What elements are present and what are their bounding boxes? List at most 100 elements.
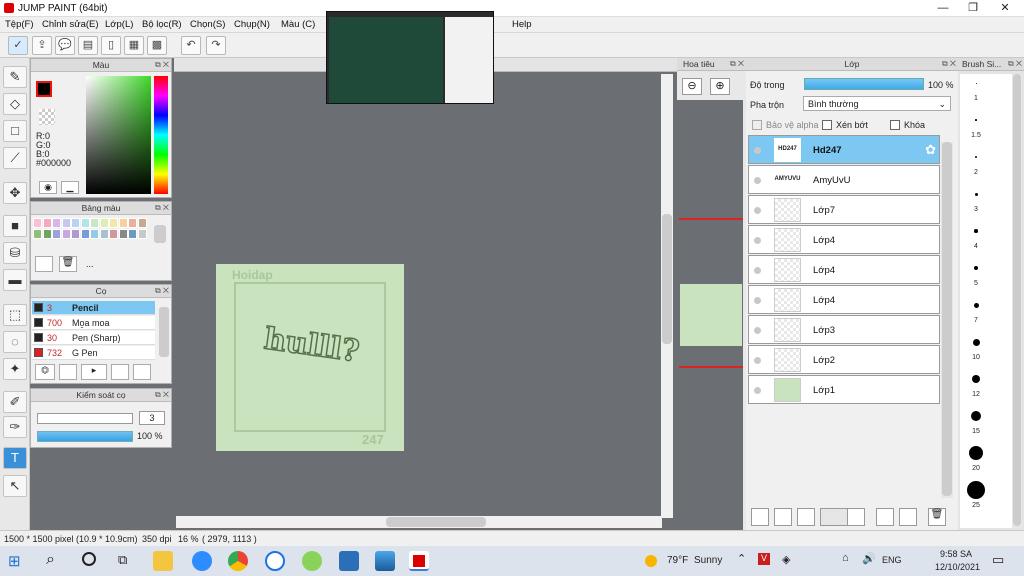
cortana-icon[interactable] [82,552,96,566]
move-tool-icon[interactable]: ✥ [3,182,27,204]
color-swatch[interactable] [128,229,137,239]
app-blue-window-icon[interactable] [339,551,359,571]
color-swatch[interactable] [109,218,118,228]
color-swatch[interactable] [33,218,42,228]
chevron-up-icon[interactable]: ⌃ [737,552,746,565]
color-swatch[interactable] [118,218,128,228]
text-tool-icon[interactable]: T [3,447,27,469]
fill-rect-tool-icon[interactable]: ■ [3,215,27,237]
zoom-out-icon[interactable]: ⊖ [682,78,702,95]
menu-file[interactable]: Tệp(F) [5,19,34,30]
share-icon[interactable]: ⇪ [32,36,52,55]
notifications-icon[interactable]: ▭ [992,552,1004,568]
brush-size-scrollbar-thumb[interactable] [1013,74,1021,526]
color-swatch[interactable] [52,229,61,239]
menu-capture[interactable]: Chụp(N) [234,19,270,30]
task-view-icon[interactable]: ⧉ [118,552,127,568]
panel-controls-icon[interactable]: ⧉ ✕ [942,59,956,69]
color-swatch[interactable] [33,229,42,239]
network-icon[interactable]: ⌂ [842,552,849,564]
volume-icon[interactable]: 🔊 [862,552,876,565]
brush-item[interactable]: 30 Pen (Sharp) [32,331,155,345]
color-swatch[interactable] [137,229,147,239]
brush-size-dot[interactable] [975,119,977,121]
delete-layer-icon[interactable]: 🗑 [928,508,946,526]
palette-scrollbar[interactable] [154,225,166,243]
layer-row[interactable]: Lớp4 [748,285,940,314]
zalo-icon[interactable] [265,551,285,571]
brush-size-dot[interactable] [974,229,978,233]
color-swatch[interactable] [71,218,80,228]
hue-slider[interactable] [154,76,168,194]
page-icon[interactable]: ▯ [101,36,121,55]
visibility-icon[interactable] [754,177,761,184]
brush-size-dot[interactable] [975,82,977,84]
photos-icon[interactable] [375,551,395,571]
menu-help[interactable]: Help [512,19,532,30]
magic-wand-icon[interactable]: ✦ [3,358,27,380]
menu-edit[interactable]: Chỉnh sửa(E) [42,19,99,30]
zoom-in-icon[interactable]: ⊕ [710,78,730,95]
brush-item[interactable]: 700 Mo̱a moa [32,316,155,330]
transparent-swatch[interactable] [39,109,55,125]
app-green-icon[interactable] [302,551,322,571]
blend-mode-select[interactable]: Bình thường ⌄ [803,96,951,111]
new-layer-icon[interactable] [751,508,769,526]
brush-size-dot[interactable] [972,338,980,346]
brush-size-dot[interactable] [969,446,983,460]
layer-row[interactable]: Lớp2 [748,345,940,374]
brush-import-icon[interactable] [111,364,129,380]
panel-controls-icon[interactable]: ⧉ ✕ [155,390,169,400]
close-button[interactable]: ✕ [990,1,1020,16]
color-swatch[interactable] [80,229,90,239]
layer-row[interactable]: Lớp3 [748,315,940,344]
panel-controls-icon[interactable]: ⧉ ✕ [730,59,744,69]
color-swatch[interactable] [90,229,99,239]
brush-size-value[interactable]: 3 [139,411,165,425]
visibility-icon[interactable] [754,267,761,274]
saturation-value-field[interactable] [86,76,151,194]
panel-controls-icon[interactable]: ⧉ ✕ [155,203,169,213]
menu-select[interactable]: Chọn(S) [190,19,225,30]
search-icon[interactable]: ⌕ [46,551,55,569]
menu-color[interactable]: Màu (C) [281,19,315,30]
visibility-icon[interactable] [754,387,761,394]
gradient-tool-icon[interactable]: ▬ [3,269,27,291]
brush-copy-icon[interactable]: ▸ [81,364,107,380]
panel-controls-icon[interactable]: ⧉ ✕ [1008,59,1022,69]
color-swatch[interactable] [52,218,61,228]
color-swatch[interactable] [42,218,52,228]
canvas-hscroll[interactable] [176,516,662,528]
tray-v-icon[interactable]: V [758,553,770,565]
color-swatch[interactable] [99,229,109,239]
layer-row[interactable]: HD247 Hd247 ✿ [748,135,940,164]
select-pen-icon[interactable]: ✐ [3,391,27,413]
color-swatch[interactable] [61,218,71,228]
merge-layer-icon[interactable] [876,508,894,526]
layers-scrollbar[interactable] [941,142,953,498]
layer-type-dropdown[interactable] [820,508,848,526]
visibility-icon[interactable] [754,207,761,214]
brush-item[interactable]: 732 G Pen [32,346,155,360]
visibility-icon[interactable] [754,297,761,304]
file-explorer-icon[interactable] [153,551,173,571]
layer-row[interactable]: Lớp1 [748,375,940,404]
color-swatch[interactable] [137,218,147,228]
brush-size-dot[interactable] [973,302,979,308]
weather-temp[interactable]: 79°F [667,555,688,566]
shape-tool-icon[interactable]: □ [3,120,27,142]
tray-shield-icon[interactable]: ◈ [782,553,790,566]
weather-text[interactable]: Sunny [694,555,722,566]
brush-item[interactable]: 3 Pencil [32,301,155,315]
picker-icon[interactable]: ▁ [61,181,79,194]
new-layer-folder-icon[interactable] [774,508,792,526]
brush-size-dot[interactable] [974,266,978,270]
layer-row[interactable]: Lớp7 [748,195,940,224]
color-swatch[interactable] [99,218,109,228]
panel-controls-icon[interactable]: ⧉ ✕ [155,286,169,296]
canvas-vscroll-thumb[interactable] [662,214,672,344]
undo-icon[interactable]: ↶ [181,36,201,55]
language-indicator[interactable]: ENG [882,555,902,565]
brush-size-scrollbar[interactable] [1012,74,1022,528]
color-swatch[interactable] [71,229,80,239]
